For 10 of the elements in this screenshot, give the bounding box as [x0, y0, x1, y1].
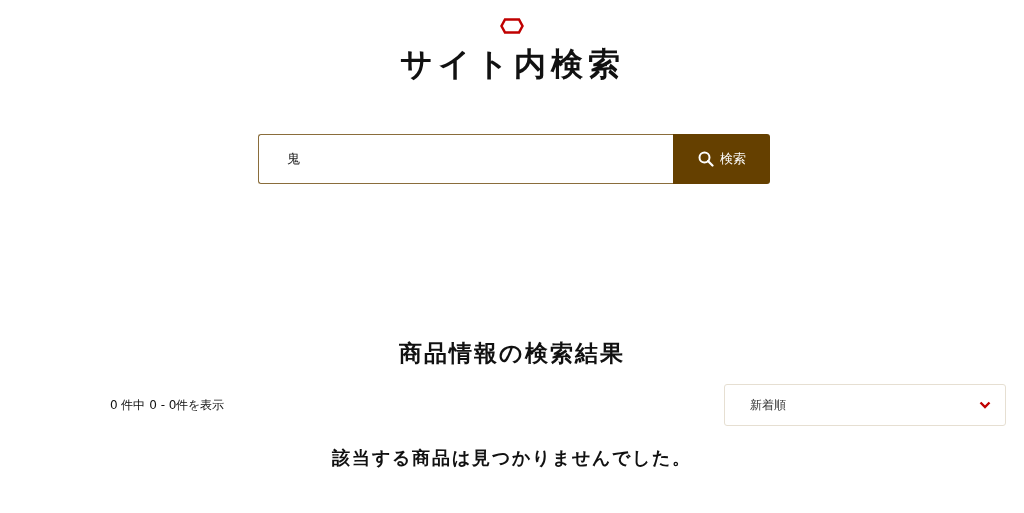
search-button[interactable]: 検索	[673, 134, 770, 184]
result-count: 0 件中 0 - 0件を表示	[110, 396, 225, 414]
search-field[interactable]: 鬼	[258, 134, 673, 184]
chevron-down-icon	[979, 401, 991, 409]
hexagon-icon	[500, 18, 524, 34]
search-icon	[697, 151, 714, 167]
section-heading: 商品情報の検索結果	[399, 339, 625, 368]
sort-dropdown[interactable]: 新着順	[724, 384, 1006, 426]
no-results-message: 該当する商品は見つかりませんでした。	[332, 446, 692, 470]
page-title: サイト内検索	[399, 44, 625, 85]
